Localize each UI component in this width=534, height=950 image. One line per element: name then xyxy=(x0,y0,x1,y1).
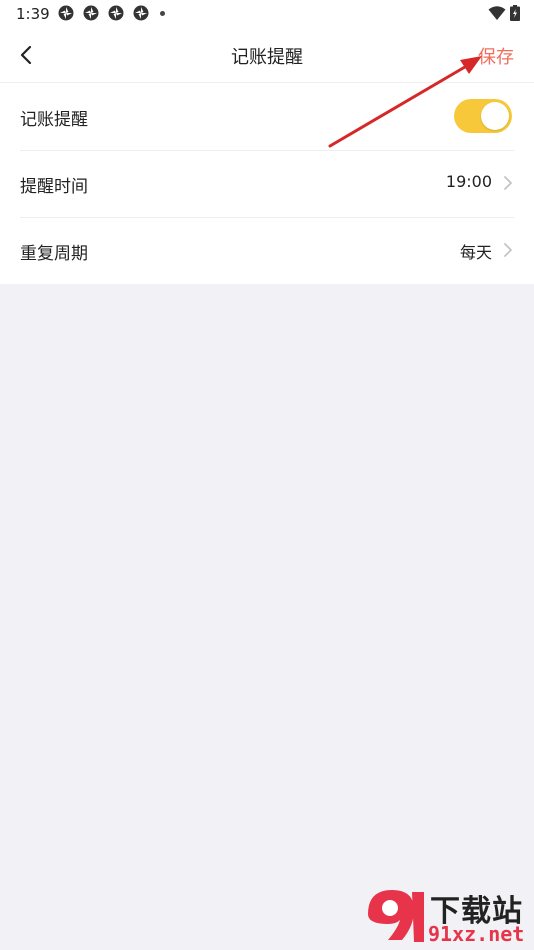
more-notifications-dot xyxy=(160,10,165,16)
save-button[interactable]: 保存 xyxy=(478,43,514,69)
page-title: 记账提醒 xyxy=(231,47,303,68)
status-time: 1:39 xyxy=(16,5,50,23)
reminder-toggle-row: 记账提醒 xyxy=(20,83,514,151)
battery-charging-icon xyxy=(510,5,520,21)
chevron-right-icon xyxy=(504,243,512,257)
repeat-cycle-value: 每天 xyxy=(459,243,492,262)
settings-list: 记账提醒 提醒时间 19:00 重复周期 每天 xyxy=(0,83,534,284)
repeat-cycle-label: 重复周期 xyxy=(20,244,88,264)
reminder-toggle[interactable] xyxy=(454,99,512,133)
repeat-cycle-row[interactable]: 重复周期 每天 xyxy=(20,217,514,284)
watermark-url: 91xz.net xyxy=(428,922,525,946)
reminder-time-label: 提醒时间 xyxy=(20,177,88,197)
reminder-time-row[interactable]: 提醒时间 19:00 xyxy=(20,150,514,218)
aperture-icon xyxy=(58,5,74,21)
chevron-right-icon xyxy=(504,176,512,190)
site-logo-icon xyxy=(368,890,424,942)
top-bar: 记账提醒 保存 xyxy=(0,28,534,83)
reminder-time-value: 19:00 xyxy=(445,172,492,191)
aperture-icon xyxy=(133,5,149,21)
toggle-knob xyxy=(481,102,509,130)
watermark: 下载站 91xz.net xyxy=(362,884,530,946)
wifi-icon xyxy=(488,6,506,20)
status-bar: 1:39 xyxy=(0,0,534,28)
aperture-icon xyxy=(108,5,124,21)
system-icons xyxy=(488,5,520,21)
notification-icons xyxy=(58,5,165,21)
reminder-label: 记账提醒 xyxy=(20,110,88,130)
aperture-icon xyxy=(83,5,99,21)
